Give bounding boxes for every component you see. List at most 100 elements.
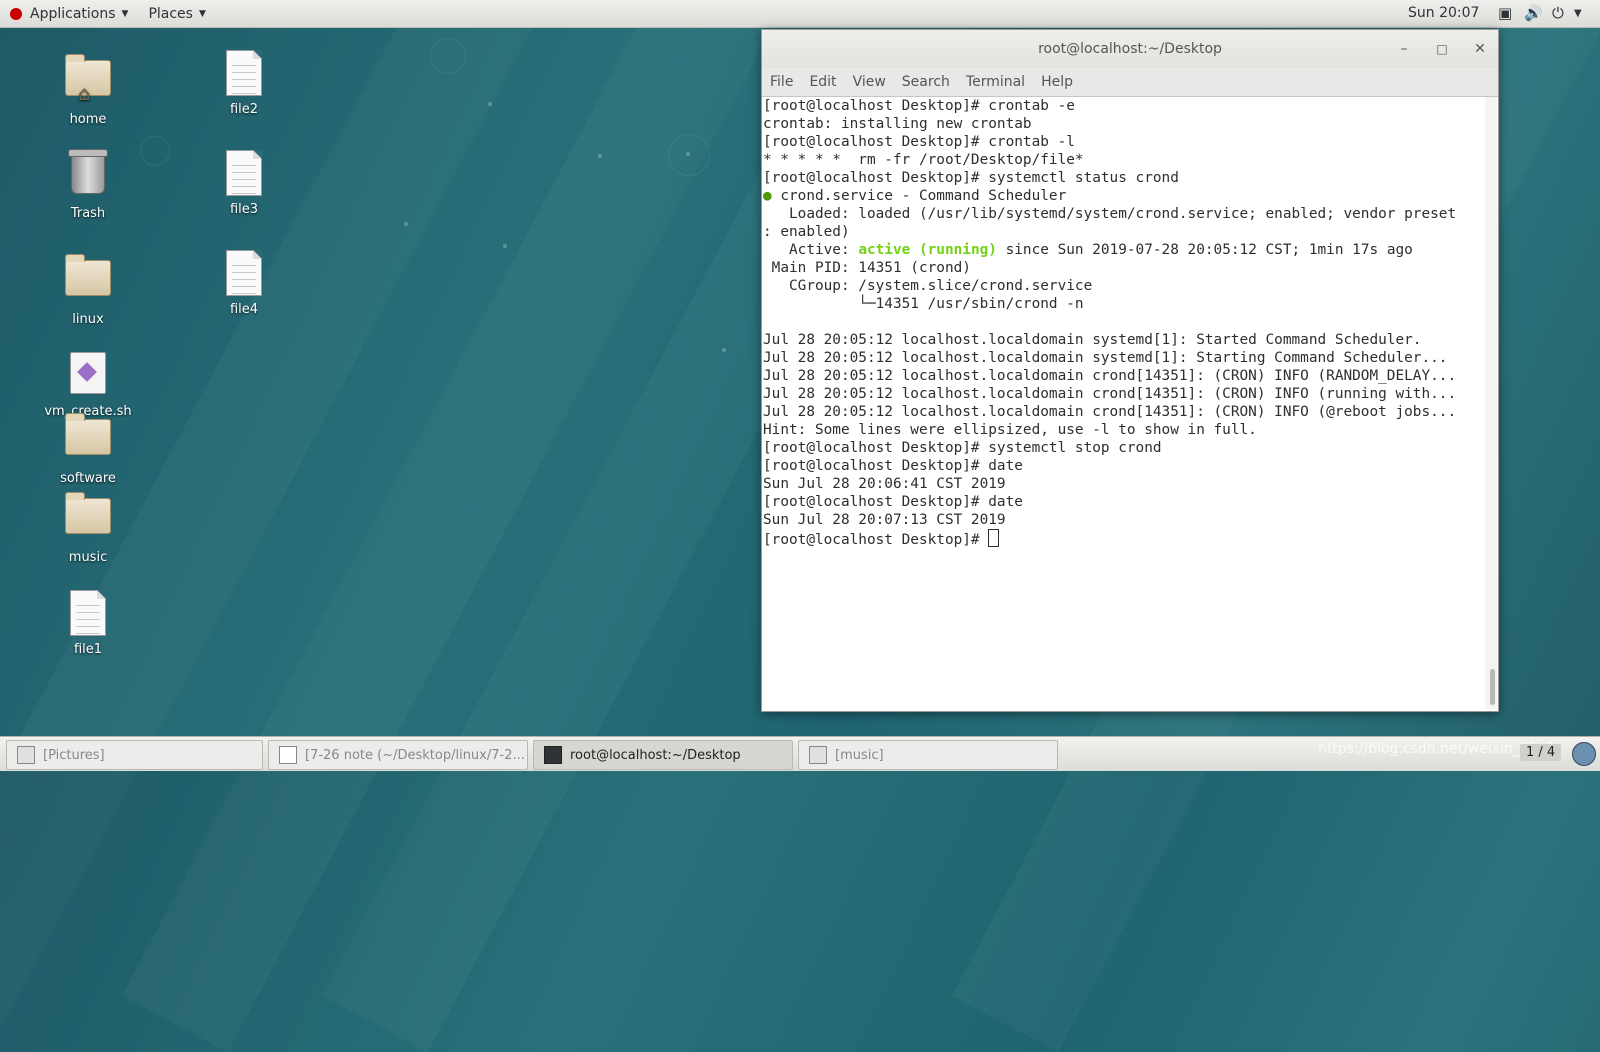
applications-label: Applications [30,5,116,22]
screen-icon[interactable]: ▣ [1498,5,1512,22]
terminal-line: Jul 28 20:05:12 localhost.localdomain sy… [763,332,1422,348]
desktop-icon-label: Trash [70,206,106,221]
desktop-icon-label: music [68,550,108,565]
terminal-scrollbar[interactable] [1485,97,1497,709]
menu-edit[interactable]: Edit [809,74,836,90]
volume-icon[interactable]: 🔊 [1524,5,1543,22]
status-bullet-icon: ● [763,188,772,204]
desktop-icon-software[interactable]: software [40,409,136,486]
desktop-icon-label: file4 [229,302,259,317]
menu-search[interactable]: Search [902,74,950,90]
terminal-line: Sun Jul 28 20:06:41 CST 2019 [763,476,1006,492]
maximize-icon[interactable]: □ [1430,30,1454,68]
terminal-line: Hint: Some lines were ellipsized, use -l… [763,422,1257,438]
terminal-line: Sun Jul 28 20:07:13 CST 2019 [763,512,1006,528]
terminal-line: CGroup: /system.slice/crond.service [763,278,1093,294]
home-icon: ⌂ [78,81,91,105]
document-icon [70,590,106,636]
desktop-icon-label: linux [72,312,104,327]
terminal-line: Active: active (running) since Sun 2019-… [763,241,1483,259]
terminal-prompt-line: [root@localhost Desktop]# [763,529,1483,548]
folder-icon [65,254,111,296]
terminal-line: └─14351 /usr/sbin/crond -n [763,296,1084,312]
desktop-icon-music[interactable]: music [40,488,136,565]
terminal-line: [root@localhost Desktop]# systemctl stop… [763,440,1162,456]
terminal-window[interactable]: root@localhost:~/Desktop – □ ✕ File Edit… [761,29,1499,712]
terminal-line: crontab: installing new crontab [763,116,1032,132]
folder-icon [65,413,111,455]
places-menu[interactable]: Places ▼ [138,0,215,27]
window-title: root@localhost:~/Desktop [1038,41,1222,57]
minimize-icon[interactable]: – [1392,30,1416,68]
workspace-pager[interactable]: 1 / 4 [1520,744,1562,761]
terminal-line: ● crond.service - Command Scheduler [763,187,1483,205]
desktop-icon-file3[interactable]: file3 [196,150,292,217]
redhat-logo-icon [10,7,22,20]
terminal-menubar: File Edit View Search Terminal Help [762,68,1498,97]
menu-view[interactable]: View [853,74,886,90]
desktop-icon-label: home [69,112,107,127]
task-label: [music] [835,747,884,763]
terminal-line: [root@localhost Desktop]# date [763,494,1023,510]
desktop-icon-label: file3 [229,202,259,217]
task-music[interactable]: [music] [798,740,1058,770]
places-label: Places [148,5,193,22]
terminal-line: [root@localhost Desktop]# date [763,458,1023,474]
window-titlebar[interactable]: root@localhost:~/Desktop – □ ✕ [762,30,1498,68]
menu-file[interactable]: File [770,74,793,90]
menu-terminal[interactable]: Terminal [966,74,1025,90]
trash-icon [68,149,108,194]
task-label: [Pictures] [43,747,105,763]
desktop-icon-label: file2 [229,102,259,117]
desktop-icon-label: file1 [73,642,103,657]
terminal-line: Jul 28 20:05:12 localhost.localdomain cr… [763,368,1457,384]
watermark-text: https://blog.csdn.net/weixin_4[...] [1318,741,1553,757]
window-icon [809,746,827,764]
terminal-line: Jul 28 20:05:12 localhost.localdomain cr… [763,404,1457,420]
clock[interactable]: Sun 20:07 [1408,0,1479,27]
task-label: [7-26 note (~/Desktop/linux/7-2... [305,747,525,763]
script-icon [70,352,106,394]
chevron-down-icon: ▼ [121,8,129,19]
desktop-icon-file4[interactable]: file4 [196,250,292,317]
document-icon [226,50,262,96]
terminal-line: Jul 28 20:05:12 localhost.localdomain sy… [763,350,1448,366]
terminal-line: [root@localhost Desktop]# crontab -l [763,134,1075,150]
terminal-text: since Sun 2019-07-28 20:05:12 CST; 1min … [996,242,1413,258]
text-cursor [988,529,1000,547]
applications-menu[interactable]: Applications ▼ [0,0,138,27]
terminal-output[interactable]: [root@localhost Desktop]# crontab -e cro… [763,97,1483,709]
terminal-line: [root@localhost Desktop]# crontab -e [763,98,1075,114]
terminal-icon [544,746,562,764]
task-note[interactable]: [7-26 note (~/Desktop/linux/7-2... [268,740,528,770]
task-terminal[interactable]: root@localhost:~/Desktop [533,740,793,770]
document-icon [226,150,262,196]
terminal-line: Jul 28 20:05:12 localhost.localdomain cr… [763,386,1457,402]
text-editor-icon [279,746,297,764]
menu-help[interactable]: Help [1041,74,1073,90]
terminal-line: Main PID: 14351 (crond) [763,260,971,276]
top-panel: Applications ▼ Places ▼ Sun 20:07 ▣ 🔊 ⏻ … [0,0,1600,28]
close-icon[interactable]: ✕ [1468,30,1492,68]
desktop-icon-file2[interactable]: file2 [196,50,292,117]
desktop-icon-home[interactable]: ⌂ home [40,50,136,127]
task-pictures[interactable]: [Pictures] [6,740,263,770]
folder-icon [65,492,111,534]
terminal-line: Loaded: loaded (/usr/lib/systemd/system/… [763,206,1457,222]
window-icon [17,746,35,764]
terminal-text: crond.service - Command Scheduler [771,188,1067,204]
workspace-switcher-icon[interactable] [1572,742,1596,766]
power-icon[interactable]: ⏻ [1552,5,1564,22]
desktop-icon-trash[interactable]: Trash [40,149,136,221]
desktop-icon-linux[interactable]: linux [40,250,136,327]
document-icon [226,250,262,296]
terminal-line: * * * * * rm -fr /root/Desktop/file* [763,152,1084,168]
chevron-down-icon[interactable]: ▼ [1574,5,1582,22]
desktop-icon-file1[interactable]: file1 [40,590,136,657]
desktop-icon-label: software [60,471,116,486]
scrollbar-thumb[interactable] [1490,669,1495,705]
active-status: active (running) [858,242,997,258]
chevron-down-icon: ▼ [198,8,206,19]
task-label: root@localhost:~/Desktop [570,747,741,763]
